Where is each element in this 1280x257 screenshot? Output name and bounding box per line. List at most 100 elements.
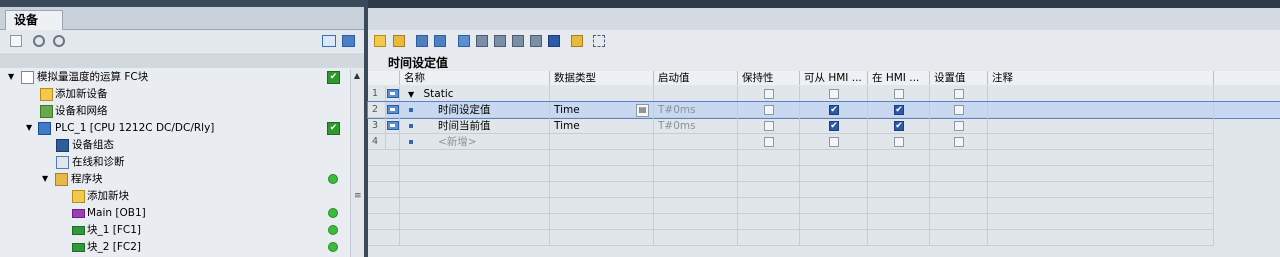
interface-section-icon <box>387 89 399 98</box>
retain-checkbox[interactable] <box>764 89 774 99</box>
detail-view-icon[interactable] <box>342 35 355 47</box>
expand-arrow-icon[interactable]: ▼ <box>8 69 14 85</box>
collapse-all-icon[interactable] <box>434 35 446 47</box>
retain-checkbox[interactable] <box>764 121 774 131</box>
empty-cell <box>800 166 868 182</box>
back-icon[interactable] <box>33 35 45 47</box>
hmi-access-checkbox[interactable]: ✔ <box>829 105 839 115</box>
snapshot-icon[interactable] <box>458 35 470 47</box>
table-row[interactable]: 3 时间当前值 Time T#0ms ✔ ✔ <box>368 118 1280 134</box>
comment-cell[interactable] <box>988 102 1214 118</box>
tree-item-main-ob1[interactable]: Main [OB1] <box>0 205 338 221</box>
add-new-placeholder[interactable]: <新增> <box>438 134 477 150</box>
retain-checkbox[interactable] <box>764 137 774 147</box>
datatype-cell[interactable] <box>550 134 654 150</box>
name-cell[interactable]: 时间设定值 <box>400 102 550 118</box>
tab-devices[interactable]: 设备 <box>5 10 63 30</box>
hmi-visible-checkbox[interactable]: ✔ <box>894 105 904 115</box>
tree-item-label: PLC_1 [CPU 1212C DC/DC/Rly] <box>55 122 215 134</box>
setpoint-checkbox[interactable] <box>954 121 964 131</box>
variable-name: Static <box>423 88 454 100</box>
variable-io-icon <box>387 105 399 114</box>
retain-checkbox[interactable] <box>764 105 774 115</box>
status-ok-icon <box>328 174 338 184</box>
datatype-cell[interactable]: Time ▤ <box>550 102 654 118</box>
load-snapshot-icon[interactable] <box>494 35 506 47</box>
insert-row-icon[interactable] <box>374 35 386 47</box>
tree-item-plc[interactable]: ▼ PLC_1 [CPU 1212C DC/DC/Rly] ✔ <box>0 120 340 136</box>
hmi-visible-checkbox[interactable] <box>894 137 904 147</box>
tree-item-online-diag[interactable]: 在线和诊断 <box>0 154 336 170</box>
scroll-grip-icon[interactable]: ≡ <box>354 192 362 201</box>
setpoint-cell <box>930 86 988 102</box>
col-header-setpoint[interactable]: 设置值 <box>930 71 988 85</box>
monitor-icon[interactable] <box>571 35 583 47</box>
expand-arrow-icon[interactable]: ▼ <box>42 171 48 187</box>
list-view-icon[interactable] <box>548 35 560 47</box>
expand-arrow-icon[interactable]: ▼ <box>408 90 414 99</box>
hmi-access-checkbox[interactable] <box>829 89 839 99</box>
col-header-name[interactable]: 名称 <box>400 71 550 85</box>
setpoint-checkbox[interactable] <box>954 105 964 115</box>
hmi-visible-cell: ✔ <box>868 102 930 118</box>
empty-cell <box>930 198 988 214</box>
add-row-icon[interactable] <box>393 35 405 47</box>
col-header-datatype[interactable]: 数据类型 <box>550 71 654 85</box>
hmi-visible-checkbox[interactable] <box>894 89 904 99</box>
start-value-cell[interactable] <box>654 134 738 150</box>
empty-cell <box>930 150 988 166</box>
tree-item-add-device[interactable]: 添加新设备 <box>0 86 336 102</box>
row-number: 2 <box>368 102 386 118</box>
empty-cell <box>368 198 400 214</box>
project-icon <box>21 71 34 84</box>
comment-cell[interactable] <box>988 134 1214 150</box>
col-header-retain[interactable]: 保持性 <box>738 71 800 85</box>
tree-item-fc2[interactable]: 块_2 [FC2] <box>0 239 338 255</box>
name-cell[interactable]: ▼ Static <box>400 86 550 102</box>
datatype-dropdown-icon[interactable]: ▤ <box>636 104 649 117</box>
col-header-comment[interactable]: 注释 <box>988 71 1214 85</box>
setpoint-cell <box>930 102 988 118</box>
tree-item-fc1[interactable]: 块_1 [FC1] <box>0 222 338 238</box>
scroll-up-icon[interactable]: ▲ <box>352 71 362 81</box>
table-row-add-new[interactable]: 4 <新增> <box>368 134 1280 150</box>
start-value-cell[interactable]: T#0ms <box>654 118 738 134</box>
tree-item-program-blocks[interactable]: ▼ 程序块 <box>0 171 338 187</box>
col-header-hmi-accessible[interactable]: 可从 HMI ... <box>800 71 868 85</box>
tree-scrollbar[interactable]: ▲ ≡ <box>350 69 364 257</box>
setpoint-checkbox[interactable] <box>954 89 964 99</box>
expand-arrow-icon[interactable]: ▼ <box>26 120 32 136</box>
setpoint-checkbox[interactable] <box>954 137 964 147</box>
editor-tab-strip <box>368 8 1280 30</box>
tree-item-device-config[interactable]: 设备组态 <box>0 137 336 153</box>
apply-setpoints-icon[interactable] <box>530 35 542 47</box>
retain-cell <box>738 118 800 134</box>
table-row[interactable]: 1 ▼ Static <box>368 86 1280 102</box>
table-row-selected[interactable]: 2 时间设定值 Time ▤ T#0ms ✔ ✔ <box>367 101 1280 119</box>
tree-item-add-block[interactable]: 添加新块 <box>0 188 336 204</box>
hmi-visible-checkbox[interactable]: ✔ <box>894 121 904 131</box>
empty-cell <box>400 150 550 166</box>
col-header-hmi-visible[interactable]: 在 HMI ... <box>868 71 930 85</box>
start-value-cell[interactable]: T#0ms <box>654 102 738 118</box>
col-header-start-value[interactable]: 启动值 <box>654 71 738 85</box>
comment-cell[interactable] <box>988 86 1214 102</box>
hmi-access-checkbox[interactable]: ✔ <box>829 121 839 131</box>
comment-cell[interactable] <box>988 118 1214 134</box>
hmi-access-checkbox[interactable] <box>829 137 839 147</box>
keep-values-icon[interactable] <box>593 35 605 47</box>
name-cell[interactable]: 时间当前值 <box>400 118 550 134</box>
forward-icon[interactable] <box>53 35 65 47</box>
tree-item-project[interactable]: ▼ 模拟量温度的运算 FC块 ✔ <box>0 69 340 85</box>
name-cell[interactable]: <新增> <box>400 134 550 150</box>
copy-snapshot-icon[interactable] <box>476 35 488 47</box>
load-start-values-icon[interactable] <box>512 35 524 47</box>
start-value-cell[interactable] <box>654 86 738 102</box>
datatype-cell[interactable] <box>550 86 654 102</box>
new-item-icon[interactable] <box>10 35 22 47</box>
overview-view-icon[interactable] <box>322 35 336 47</box>
expand-all-icon[interactable] <box>416 35 428 47</box>
datatype-cell[interactable]: Time <box>550 118 654 134</box>
variable-name: 时间设定值 <box>438 104 491 116</box>
tree-item-devices-networks[interactable]: 设备和网络 <box>0 103 336 119</box>
